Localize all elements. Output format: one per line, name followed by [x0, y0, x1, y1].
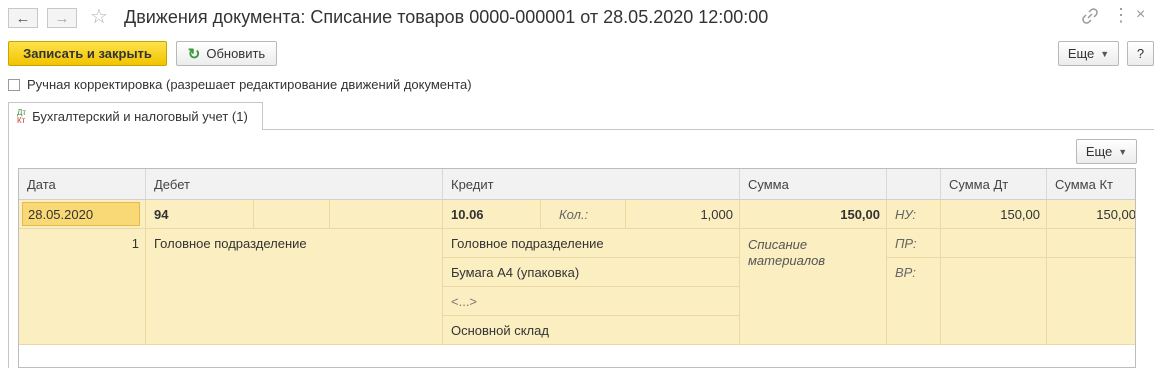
- header-sum-dt[interactable]: Сумма Дт: [941, 169, 1047, 200]
- link-icon[interactable]: [1082, 8, 1098, 29]
- cell-credit-subconto4[interactable]: Основной склад: [443, 316, 740, 345]
- cell-sum-dt-nu[interactable]: 150,00: [941, 200, 1047, 229]
- save-and-close-button[interactable]: Записать и закрыть: [8, 41, 167, 66]
- cell-date[interactable]: 28.05.2020: [22, 202, 140, 226]
- cell-date-wrap[interactable]: 28.05.2020: [19, 200, 146, 229]
- panel-border: [8, 130, 9, 368]
- header-sum-kt[interactable]: Сумма Кт: [1047, 169, 1135, 200]
- manual-correction-row[interactable]: Ручная корректировка (разрешает редактир…: [8, 77, 472, 92]
- manual-correction-label: Ручная корректировка (разрешает редактир…: [27, 77, 472, 92]
- cell-credit-subconto3[interactable]: <...>: [443, 287, 740, 316]
- title-bar: ← → ☆ Движения документа: Списание товар…: [0, 0, 1154, 36]
- back-button[interactable]: ←: [8, 8, 38, 28]
- tab-label: Бухгалтерский и налоговый учет (1): [32, 109, 248, 124]
- cell-credit-account[interactable]: 10.06: [443, 200, 541, 229]
- refresh-button[interactable]: ↻ Обновить: [176, 41, 277, 66]
- cell-sum-kt-nu[interactable]: 150,00: [1047, 200, 1135, 229]
- help-button[interactable]: ?: [1127, 41, 1154, 66]
- cell-sum-kt-vr[interactable]: [1047, 258, 1135, 345]
- cell-debit-sub-b[interactable]: [330, 200, 443, 229]
- cell-credit-subconto2[interactable]: Бумага А4 (упаковка): [443, 258, 740, 287]
- cell-debit-account[interactable]: 94: [146, 200, 254, 229]
- movements-table[interactable]: Дата Дебет Кредит Сумма Сумма Дт Сумма К…: [18, 168, 1136, 368]
- cell-nu-label: НУ:: [887, 200, 941, 229]
- header-sum[interactable]: Сумма: [740, 169, 887, 200]
- arrow-right-icon: →: [54, 9, 70, 27]
- refresh-label: Обновить: [206, 46, 266, 61]
- header-debit[interactable]: Дебет: [146, 169, 443, 200]
- dt-kt-icon: Дт Кт: [17, 107, 27, 125]
- cell-line-number: 1: [19, 229, 146, 345]
- cell-qty-label: Кол.:: [541, 200, 626, 229]
- refresh-icon: ↻: [187, 45, 201, 63]
- cell-sum-kt-pr[interactable]: [1047, 229, 1135, 258]
- cell-qty-value[interactable]: 1,000: [626, 200, 740, 229]
- cell-credit-subconto1[interactable]: Головное подразделение: [443, 229, 740, 258]
- cell-debit-subconto1[interactable]: Головное подразделение: [146, 229, 443, 345]
- cell-debit-sub-a[interactable]: [254, 200, 330, 229]
- cell-content[interactable]: Списание материалов: [740, 229, 887, 345]
- more-vertical-icon[interactable]: ⋮: [1112, 5, 1130, 26]
- header-credit[interactable]: Кредит: [443, 169, 740, 200]
- more-button[interactable]: Еще ▼: [1058, 41, 1119, 66]
- chevron-down-icon: ▼: [1118, 146, 1128, 157]
- page-title: Движения документа: Списание товаров 000…: [124, 7, 769, 27]
- chevron-down-icon: ▼: [1100, 48, 1110, 59]
- cell-pr-label: ПР:: [887, 229, 941, 258]
- table-more-button[interactable]: Еще ▼: [1076, 139, 1137, 164]
- table-more-label: Еще: [1085, 144, 1113, 159]
- manual-correction-checkbox[interactable]: [8, 78, 20, 91]
- star-icon[interactable]: ☆: [90, 6, 108, 28]
- tab-accounting[interactable]: Дт Кт Бухгалтерский и налоговый учет (1): [8, 102, 263, 130]
- header-blank: [887, 169, 941, 200]
- close-icon[interactable]: ×: [1136, 6, 1145, 24]
- arrow-left-icon: ←: [15, 9, 31, 27]
- cell-sum-dt-vr[interactable]: [941, 258, 1047, 345]
- cell-sum-dt-pr[interactable]: [941, 229, 1047, 258]
- more-label: Еще: [1067, 46, 1095, 61]
- forward-button[interactable]: →: [47, 8, 77, 28]
- cell-vr-label: ВР:: [887, 258, 941, 345]
- header-date[interactable]: Дата: [19, 169, 146, 200]
- cell-sum[interactable]: 150,00: [740, 200, 887, 229]
